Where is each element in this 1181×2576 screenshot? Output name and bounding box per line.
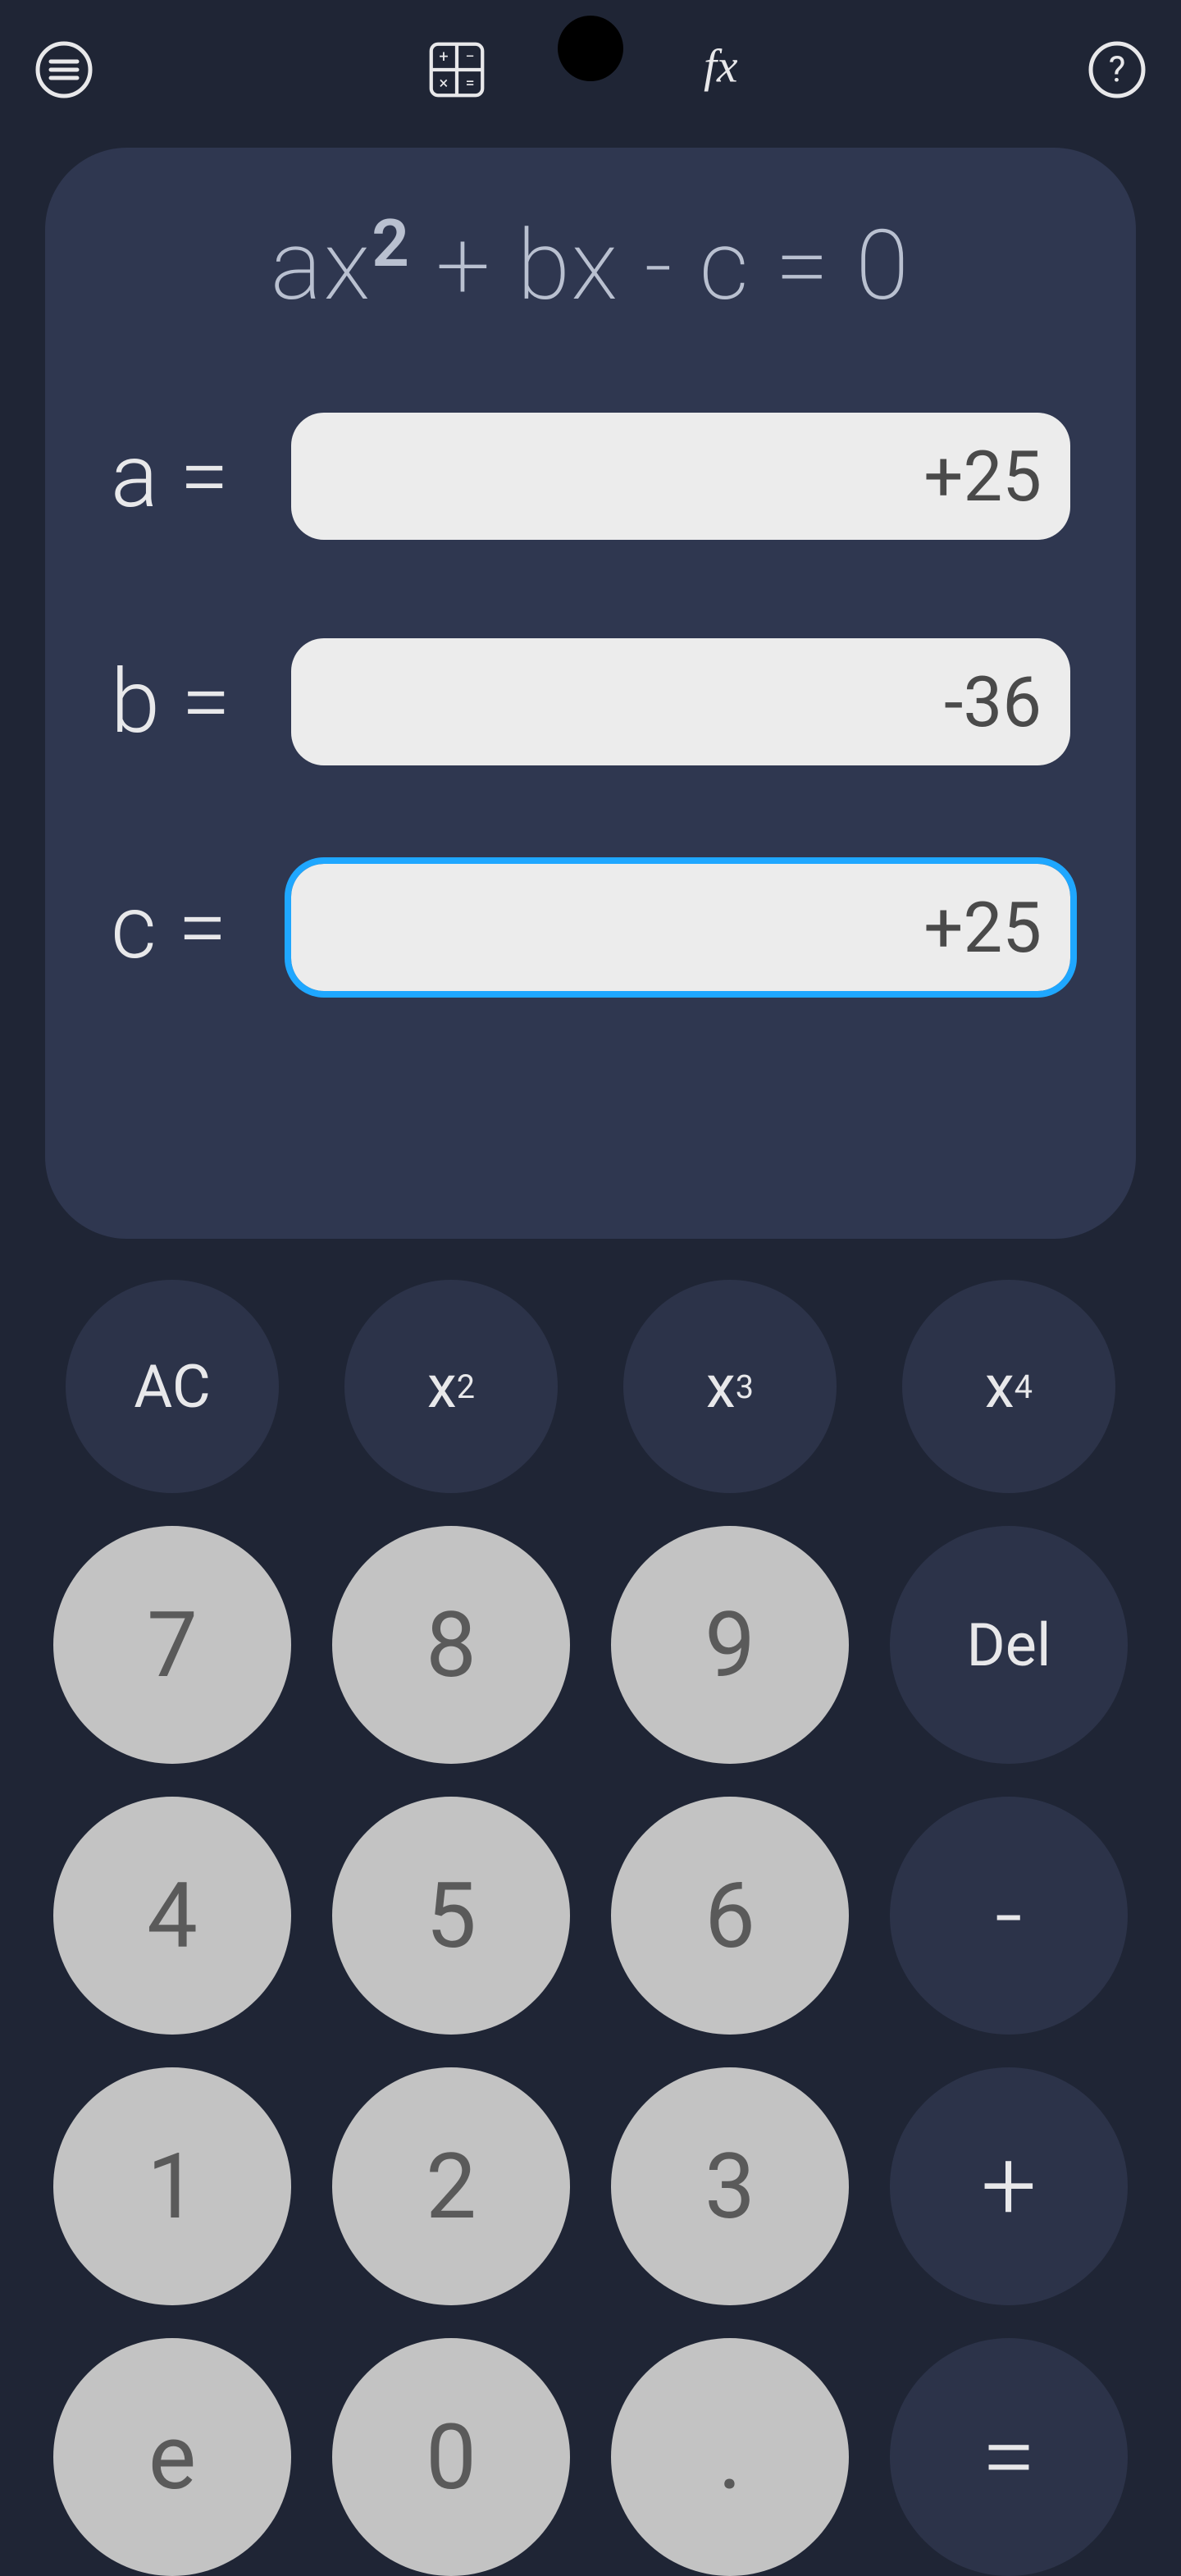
coef-value-a: +25: [923, 436, 1042, 518]
equation-display: ax2 + bx - c = 0: [111, 205, 1070, 322]
key-1[interactable]: 1: [53, 2067, 291, 2305]
svg-text:+: +: [439, 47, 449, 66]
coef-input-b[interactable]: -36: [291, 638, 1070, 765]
coef-label-b: b =: [111, 651, 291, 754]
key-dot[interactable]: .: [611, 2338, 849, 2576]
svg-text:fx: fx: [704, 40, 738, 92]
key-equals[interactable]: =: [890, 2338, 1128, 2576]
key-4[interactable]: 4: [53, 1797, 291, 2035]
help-icon: ?: [1088, 40, 1147, 99]
key-9[interactable]: 9: [611, 1526, 849, 1764]
coef-value-c: +25: [923, 887, 1042, 969]
help-button[interactable]: ?: [1086, 39, 1148, 101]
key-2[interactable]: 2: [332, 2067, 570, 2305]
svg-text:=: =: [465, 73, 474, 93]
coef-row-b: b = -36: [111, 638, 1070, 765]
coef-label-c: c =: [111, 876, 291, 980]
basic-calc-button[interactable]: + − × =: [426, 39, 488, 101]
calculator-grid-icon: + − × =: [426, 33, 488, 107]
svg-text:×: ×: [440, 73, 449, 93]
fx-icon: fx: [693, 33, 755, 107]
key-minus[interactable]: -: [890, 1797, 1128, 2035]
equation-panel: ax2 + bx - c = 0 a = +25 b = -36 c = +25: [45, 148, 1136, 1239]
keypad: ACx2x3x4789Del456-123+e0.=: [49, 1280, 1132, 2478]
key-plus[interactable]: +: [890, 2067, 1128, 2305]
topbar: + − × = fx ?: [0, 25, 1181, 115]
key-0[interactable]: 0: [332, 2338, 570, 2576]
key-x4[interactable]: x4: [902, 1280, 1115, 1493]
key-ac[interactable]: AC: [66, 1280, 279, 1493]
coef-label-a: a =: [111, 425, 291, 528]
key-3[interactable]: 3: [611, 2067, 849, 2305]
svg-text:−: −: [465, 47, 475, 66]
coef-row-a: a = +25: [111, 413, 1070, 540]
key-x2[interactable]: x2: [344, 1280, 558, 1493]
coef-value-b: -36: [944, 661, 1042, 743]
key-6[interactable]: 6: [611, 1797, 849, 2035]
coef-row-c: c = +25: [111, 864, 1070, 991]
menu-icon: [34, 40, 93, 99]
key-x3[interactable]: x3: [623, 1280, 837, 1493]
key-7[interactable]: 7: [53, 1526, 291, 1764]
svg-text:?: ?: [1109, 48, 1126, 90]
key-e[interactable]: e: [53, 2338, 291, 2576]
menu-button[interactable]: [33, 39, 95, 101]
key-del[interactable]: Del: [890, 1526, 1128, 1764]
coef-input-c[interactable]: +25: [291, 864, 1070, 991]
key-5[interactable]: 5: [332, 1797, 570, 2035]
equation-text: ax2 + bx - c = 0: [271, 209, 910, 322]
key-8[interactable]: 8: [332, 1526, 570, 1764]
fx-button[interactable]: fx: [693, 39, 755, 101]
coef-input-a[interactable]: +25: [291, 413, 1070, 540]
